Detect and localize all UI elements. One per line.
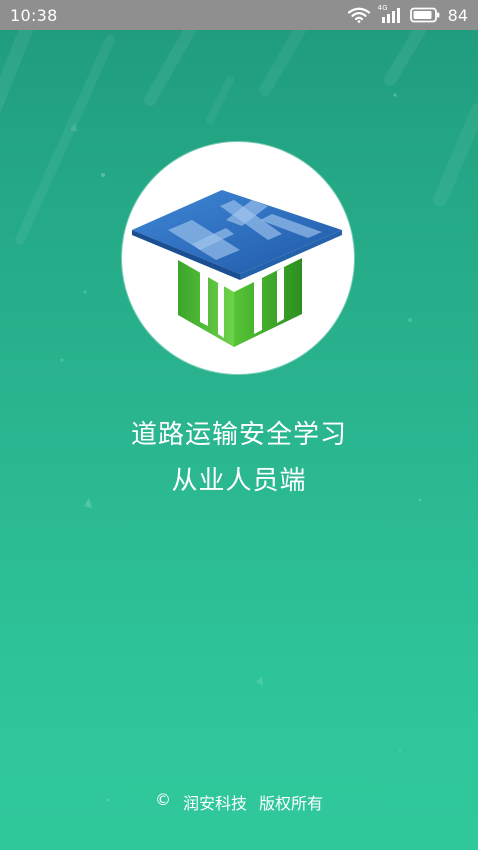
status-time: 10:38 xyxy=(10,5,58,25)
app-title-secondary: 从业人员端 xyxy=(171,466,307,496)
status-bar: 10:38 4G 84 xyxy=(0,0,478,30)
status-icons: 4G 84 xyxy=(347,4,468,25)
app-logo xyxy=(122,142,354,374)
copyright-footer: © 润安科技 版权所有 xyxy=(0,790,478,814)
wifi-icon xyxy=(347,7,370,23)
battery-icon xyxy=(409,7,440,23)
company-name: 润安科技 xyxy=(182,794,247,813)
rights-text: 版权所有 xyxy=(259,794,324,813)
copyright-symbol: © xyxy=(154,790,171,809)
cellular-signal-icon: 4G xyxy=(378,4,402,24)
battery-level: 84 xyxy=(447,5,468,25)
graduation-cap-an-logo-icon xyxy=(132,190,342,347)
app-title-primary: 道路运输安全学习 xyxy=(130,420,347,450)
